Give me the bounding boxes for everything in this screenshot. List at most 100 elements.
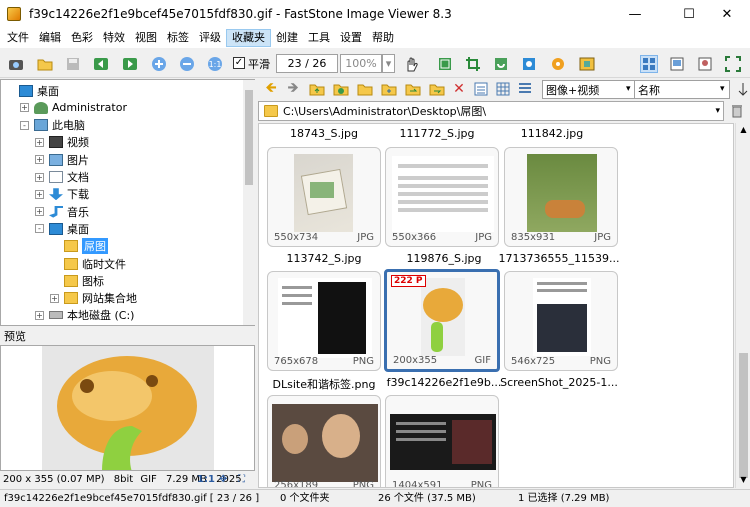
filmstrip-view-icon[interactable] [668,55,686,73]
delete-icon[interactable]: ✕ [450,80,468,98]
tree-item[interactable]: + Administrator [20,99,127,116]
thumb-caption[interactable]: 119876_S.jpg [379,252,509,265]
menu-rating[interactable]: 评级 [194,29,226,47]
tree-item[interactable]: + 文档 [35,169,89,186]
menu-color[interactable]: 色彩 [66,29,98,47]
path-chevron-down-icon[interactable]: ▾ [715,106,720,116]
prev-image-icon[interactable] [92,55,110,73]
favorite-folder-icon[interactable] [356,80,374,98]
menu-effects[interactable]: 特效 [98,29,130,47]
thumbnail-card[interactable]: 835x931 JPG [504,147,618,247]
zoom-in-icon[interactable] [150,55,168,73]
move-to-icon[interactable] [428,80,446,98]
fullscreen-icon[interactable] [724,55,742,73]
slideshow-icon[interactable] [578,55,596,73]
recycle-bin-icon[interactable] [728,102,746,120]
tree-item[interactable]: - 此电脑 [20,117,85,134]
camera-icon[interactable] [7,55,25,73]
sort-order-icon[interactable] [734,80,750,98]
sort-select[interactable]: 名称 [634,80,730,99]
thumbnail-card[interactable]: 546x725 PNG [504,271,618,371]
tree-item[interactable]: - 桌面 [35,220,89,237]
next-image-icon[interactable] [121,55,139,73]
copy-to-icon[interactable] [404,80,422,98]
color-adjust-icon[interactable] [520,55,538,73]
tree-item[interactable]: 屌图 [50,238,108,255]
thumb-caption[interactable]: 113742_S.jpg [259,252,389,265]
tree-item[interactable]: 临时文件 [50,255,126,272]
sort-chevron-down-icon[interactable]: ▾ [720,84,725,94]
menu-tags[interactable]: 标签 [162,29,194,47]
thumb-caption[interactable]: 111842.jpg [487,127,617,140]
tree-item[interactable]: + 网站集合地 [50,290,137,307]
back-arrow-icon[interactable]: 🡸 [262,80,280,98]
menu-view[interactable]: 视图 [130,29,162,47]
thumb-caption[interactable]: DLsite和谐标签.png [259,376,389,392]
tree-item[interactable]: 图标 [50,272,104,289]
menu-settings[interactable]: 设置 [335,29,367,47]
thumbnail-card[interactable]: 550x734 JPG [267,147,381,247]
parent-folder-icon[interactable] [308,80,326,98]
list-icon[interactable] [516,80,534,98]
thumbnail-card[interactable]: 256x189 PNG [267,395,381,487]
thumb-caption[interactable]: 18743_S.jpg [259,127,389,140]
tree-item[interactable]: 桌面 [5,82,59,99]
fit-icon[interactable]: ✥ [219,472,227,488]
collapse-icon[interactable]: - [20,120,29,130]
view-mode-select[interactable]: 图像+视频 [542,80,638,99]
menu-help[interactable]: 帮助 [367,29,399,47]
tree-item[interactable]: + 下载 [35,186,89,203]
scroll-up-icon[interactable]: ▲ [736,123,750,137]
expand-icon[interactable]: ⛶ [238,472,245,488]
collapse-icon[interactable]: - [35,224,44,234]
menu-create[interactable]: 创建 [271,29,303,47]
close-button[interactable]: ✕ [704,0,750,28]
scrollbar-thumb[interactable] [739,353,748,478]
thumbnail-card[interactable]: 550x366 JPG [385,147,499,247]
crop-icon[interactable] [464,55,482,73]
page-counter-field[interactable]: 23 / 26 [276,54,338,73]
tree-item[interactable]: + 视频 [35,134,89,151]
scroll-down-icon[interactable]: ▼ [736,473,750,487]
tree-item[interactable]: + 音乐 [35,203,89,220]
expand-icon[interactable]: + [35,189,44,199]
menu-tools[interactable]: 工具 [303,29,335,47]
view-mode-chevron-down-icon[interactable]: ▾ [626,84,631,94]
smooth-checkbox[interactable]: ✓ [233,57,245,69]
open-folder-icon[interactable] [36,55,54,73]
effects-gear-icon[interactable] [549,55,567,73]
expand-icon[interactable]: + [50,293,59,303]
zoom-level-field[interactable]: 100% [340,54,382,73]
thumbnail-card[interactable]: 1404x591 PNG [385,395,499,487]
thumbnail-card[interactable]: 765x678 PNG [267,271,381,371]
hand-tool-icon[interactable] [402,55,420,73]
menu-favorites[interactable]: 收藏夹 [226,29,271,47]
thumb-caption[interactable]: f39c14226e2f1e9b... [379,376,509,389]
path-bar[interactable]: C:\Users\Administrator\Desktop\屌图\ ▾ [258,101,724,121]
thumbnail-card-selected[interactable]: 222 P 200x355 GIF [384,269,500,372]
menu-file[interactable]: 文件 [2,29,34,47]
minimize-button[interactable]: — [612,0,658,28]
expand-icon[interactable]: + [35,207,44,217]
actual-size-icon[interactable]: 1:1 [206,55,224,73]
menu-edit[interactable]: 编辑 [34,29,66,47]
expand-icon[interactable]: + [35,137,44,147]
new-folder-icon[interactable] [380,80,398,98]
save-icon[interactable] [64,55,82,73]
tree-scrollbar[interactable] [243,80,255,325]
thumb-caption[interactable]: 111772_S.jpg [372,127,502,140]
forward-arrow-icon[interactable]: 🡺 [284,80,302,98]
folder-green-icon[interactable] [332,80,350,98]
thumb-caption[interactable]: 1713736555_11539... [497,252,621,265]
grid-icon[interactable] [494,80,512,98]
preview-ratio[interactable]: 1:1 [197,472,215,488]
select-all-icon[interactable] [472,80,490,98]
expand-icon[interactable]: + [35,172,44,182]
tree-item[interactable]: + 图片 [35,151,89,168]
expand-icon[interactable]: + [35,310,44,320]
zoom-dropdown-icon[interactable]: ▾ [382,54,395,73]
rotate-icon[interactable] [492,55,510,73]
resize-icon[interactable] [436,55,454,73]
zoom-out-icon[interactable] [178,55,196,73]
tree-item[interactable]: + 本地磁盘 (C:) [35,307,134,324]
